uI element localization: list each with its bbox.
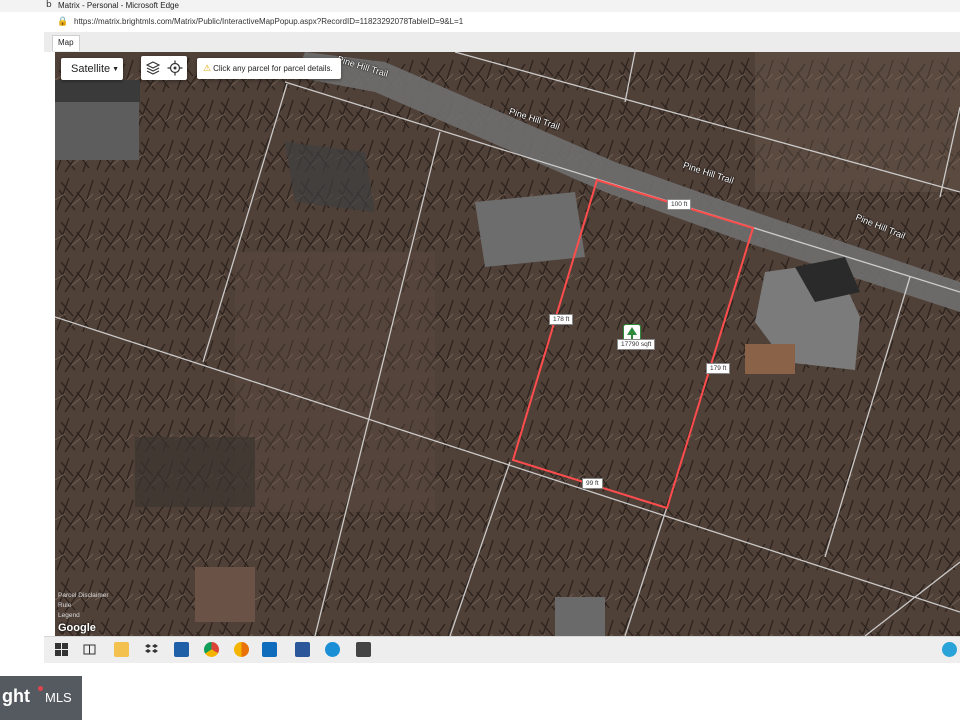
warning-icon: ⚠ <box>203 63 212 73</box>
chrome-icon[interactable] <box>204 642 219 657</box>
parcel-disclaimer-link[interactable]: Parcel Disclaimer <box>58 592 109 599</box>
task-view-icon[interactable] <box>82 642 97 657</box>
dropbox-icon[interactable] <box>144 642 159 657</box>
house-roof <box>475 192 585 267</box>
legend-link[interactable]: Legend <box>58 612 80 619</box>
url-text[interactable]: https://matrix.brightmls.com/Matrix/Publ… <box>74 17 463 26</box>
deck <box>745 344 795 374</box>
lightning-app-icon[interactable] <box>174 642 189 657</box>
dimension-east: 179 ft <box>706 363 731 374</box>
parcel-area-label: 17790 sqft <box>617 339 656 350</box>
tray-icon[interactable] <box>942 642 957 657</box>
rule-link[interactable]: Rule <box>58 602 71 609</box>
layers-icon[interactable] <box>144 59 162 77</box>
tab-strip: Map <box>44 32 960 52</box>
house-roof <box>195 567 255 622</box>
map-tools <box>141 56 187 80</box>
map-type-label: Satellite <box>71 63 111 75</box>
dimension-south: 99 ft <box>582 478 603 489</box>
google-attribution: Google <box>58 622 96 634</box>
watermark-text-b: MLS <box>45 690 72 705</box>
edge-icon[interactable] <box>325 642 340 657</box>
app-logo-icon: b <box>46 0 52 10</box>
word-icon[interactable] <box>295 642 310 657</box>
lock-icon: 🔒 <box>57 16 69 26</box>
watermark-text-a: ght <box>2 686 30 706</box>
house-roof <box>555 597 605 636</box>
window-title: Matrix - Personal - Microsoft Edge <box>58 1 179 10</box>
window-title-bar: b Matrix - Personal - Microsoft Edge <box>0 0 960 12</box>
file-explorer-icon[interactable] <box>114 642 129 657</box>
taskbar <box>44 636 960 663</box>
dimension-north: 100 ft <box>667 199 692 210</box>
store-icon[interactable] <box>356 642 371 657</box>
bright-mls-watermark: ght MLS <box>0 676 82 720</box>
satellite-imagery <box>55 52 960 636</box>
locate-icon[interactable] <box>166 59 184 77</box>
tab-map[interactable]: Map <box>52 35 80 51</box>
chevron-down-icon: ▼ <box>112 66 120 73</box>
parcel-hint: ⚠ Click any parcel for parcel details. <box>197 58 341 79</box>
map-type-button[interactable]: Satellite ▼ <box>61 58 123 80</box>
chrome-canary-icon[interactable] <box>234 642 249 657</box>
satellite-map[interactable]: Pine Hill Trail Pine Hill Trail Pine Hil… <box>55 52 960 636</box>
outlook-icon[interactable] <box>262 642 277 657</box>
address-bar[interactable]: 🔒 https://matrix.brightmls.com/Matrix/Pu… <box>44 12 960 33</box>
hint-text: Click any parcel for parcel details. <box>213 64 333 73</box>
logo-dot <box>38 686 43 691</box>
windows-start-icon[interactable] <box>54 642 69 657</box>
dimension-west: 178 ft <box>549 314 574 325</box>
